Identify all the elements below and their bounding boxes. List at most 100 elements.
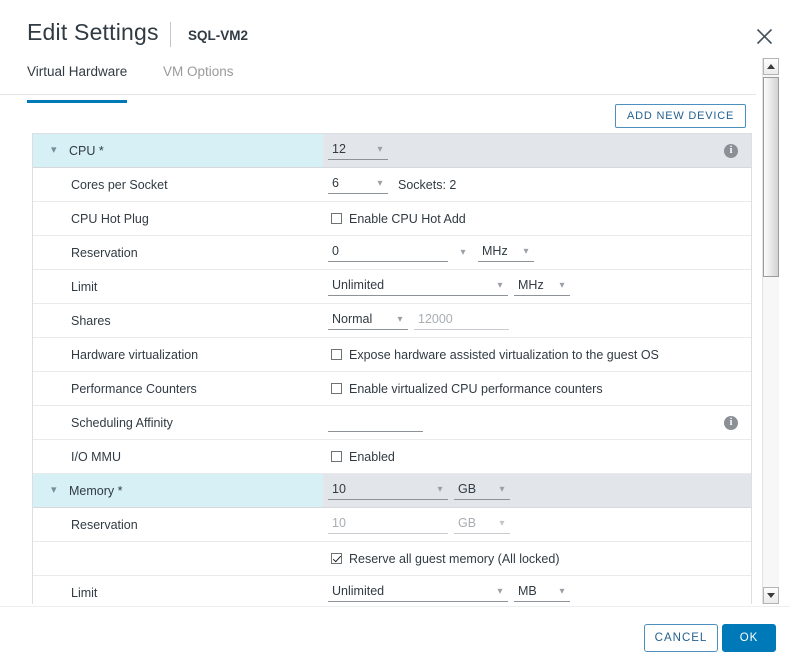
vertical-scrollbar[interactable] <box>762 58 779 604</box>
cpu-hot-plug-value-cell: Enable CPU Hot Add <box>323 202 751 235</box>
dialog-footer: CANCEL OK <box>0 606 790 669</box>
chevron-down-icon[interactable]: ▾ <box>51 485 63 496</box>
memory-reservation-unit: GB <box>454 515 480 533</box>
scheduling-affinity-input[interactable] <box>328 413 423 432</box>
chevron-down-icon[interactable]: ▾ <box>51 145 63 156</box>
memory-limit-unit-select[interactable]: MB ▾ <box>514 583 570 602</box>
add-new-device-button[interactable]: ADD NEW DEVICE <box>615 104 746 128</box>
close-icon[interactable] <box>748 20 780 52</box>
tab-virtual-hardware[interactable]: Virtual Hardware <box>27 64 127 103</box>
cpu-reservation-unit: MHz <box>478 243 512 261</box>
cpu-shares-select[interactable]: Normal ▾ <box>328 311 408 330</box>
io-mmu-label: I/O MMU <box>33 440 323 473</box>
tab-vm-options[interactable]: VM Options <box>163 64 234 100</box>
scrollbar-thumb[interactable] <box>763 77 779 277</box>
chevron-down-icon[interactable]: ▾ <box>372 175 388 193</box>
ok-button[interactable]: OK <box>722 624 776 652</box>
chevron-down-icon[interactable]: ▾ <box>492 583 508 601</box>
memory-limit-select[interactable]: Unlimited ▾ <box>328 583 508 602</box>
cpu-reservation-unit-select[interactable]: MHz ▾ <box>478 243 534 262</box>
cpu-section-value-cell: 12 ▾ i <box>323 134 751 167</box>
io-mmu-checkbox[interactable]: Enabled <box>331 450 395 464</box>
cores-per-socket-value: 6 <box>328 175 343 193</box>
hardware-virtualization-label: Hardware virtualization <box>33 338 323 371</box>
cpu-shares-number: 12000 <box>414 311 457 329</box>
scroll-up-button[interactable] <box>763 58 779 75</box>
settings-table: ▾ CPU * 12 ▾ i Cores per Socket 6 ▾ Sock… <box>32 133 752 604</box>
cpu-reservation-value: 0 <box>328 243 343 261</box>
cpu-limit-value: Unlimited <box>328 277 388 295</box>
cpu-shares-number-input[interactable]: 12000 <box>414 311 509 330</box>
chevron-down-icon[interactable]: ▾ <box>494 515 510 533</box>
cpu-hot-add-checkbox[interactable]: Enable CPU Hot Add <box>331 212 466 226</box>
reserve-all-guest-memory-value-cell: Reserve all guest memory (All locked) <box>323 542 751 575</box>
cpu-section-label-cell: ▾ CPU * <box>33 134 323 167</box>
checkbox-box <box>331 383 342 394</box>
memory-size-value: 10 <box>328 481 350 499</box>
reserve-all-guest-memory-checkbox-label: Reserve all guest memory (All locked) <box>349 552 560 566</box>
chevron-down-icon[interactable]: ▾ <box>554 583 570 601</box>
chevron-down-icon[interactable]: ▾ <box>554 277 570 295</box>
memory-limit-label: Limit <box>33 576 323 604</box>
checkbox-box <box>331 349 342 360</box>
cpu-limit-label: Limit <box>33 270 323 303</box>
dialog-header: Edit Settings SQL-VM2 <box>0 0 790 58</box>
info-icon[interactable]: i <box>724 416 738 430</box>
io-mmu-value-cell: Enabled <box>323 440 751 473</box>
io-mmu-checkbox-label: Enabled <box>349 450 395 464</box>
page-title: Edit Settings <box>27 19 159 46</box>
table-row-memory-section: ▾ Memory * 10 ▾ GB ▾ <box>33 474 751 508</box>
memory-reservation-value: 10 <box>328 515 350 533</box>
cpu-reservation-input[interactable]: 0 <box>328 243 448 262</box>
table-row-performance-counters: Performance Counters Enable virtualized … <box>33 372 751 406</box>
reserve-all-guest-memory-label <box>33 542 323 575</box>
table-row-reserve-all-guest-memory: Reserve all guest memory (All locked) <box>33 542 751 576</box>
cores-per-socket-label: Cores per Socket <box>33 168 323 201</box>
expose-hw-virtualization-checkbox[interactable]: Expose hardware assisted virtualization … <box>331 348 659 362</box>
hardware-virtualization-value-cell: Expose hardware assisted virtualization … <box>323 338 751 371</box>
title-divider <box>170 22 171 47</box>
memory-reservation-label: Reservation <box>33 508 323 541</box>
scheduling-affinity-value <box>328 430 336 431</box>
chevron-down-icon[interactable]: ▾ <box>372 141 388 159</box>
checkbox-box <box>331 553 342 564</box>
cpu-shares-label: Shares <box>33 304 323 337</box>
cpu-limit-unit-select[interactable]: MHz ▾ <box>514 277 570 296</box>
cpu-limit-unit: MHz <box>514 277 548 295</box>
cores-per-socket-value-cell: 6 ▾ Sockets: 2 <box>323 168 751 201</box>
memory-size-input[interactable]: 10 ▾ <box>328 481 448 500</box>
cpu-reservation-label: Reservation <box>33 236 323 269</box>
info-icon[interactable]: i <box>724 144 738 158</box>
chevron-down-icon[interactable]: ▾ <box>518 243 534 261</box>
chevron-down-icon[interactable]: ▾ <box>492 277 508 295</box>
chevron-down-icon[interactable]: ▾ <box>494 481 510 499</box>
memory-section-label: Memory * <box>69 484 122 498</box>
scroll-down-button[interactable] <box>763 587 779 604</box>
memory-reservation-unit-select[interactable]: GB ▾ <box>454 515 510 534</box>
cores-per-socket-select[interactable]: 6 ▾ <box>328 175 388 194</box>
performance-counters-checkbox[interactable]: Enable virtualized CPU performance count… <box>331 382 603 396</box>
sockets-text: Sockets: 2 <box>398 178 456 192</box>
memory-unit-select[interactable]: GB ▾ <box>454 481 510 500</box>
memory-reservation-input[interactable]: 10 <box>328 515 448 534</box>
cpu-section-label: CPU * <box>69 144 104 158</box>
cancel-button[interactable]: CANCEL <box>644 624 718 652</box>
table-row-cpu-reservation: Reservation 0 ▾ MHz ▾ <box>33 236 751 270</box>
table-row-cores-per-socket: Cores per Socket 6 ▾ Sockets: 2 <box>33 168 751 202</box>
table-row-scheduling-affinity: Scheduling Affinity i <box>33 406 751 440</box>
table-row-cpu-hot-plug: CPU Hot Plug Enable CPU Hot Add <box>33 202 751 236</box>
chevron-down-icon[interactable]: ▾ <box>392 311 408 329</box>
cpu-limit-value-cell: Unlimited ▾ MHz ▾ <box>323 270 751 303</box>
triangle-up-icon <box>767 64 775 69</box>
table-row-io-mmu: I/O MMU Enabled <box>33 440 751 474</box>
chevron-down-icon[interactable]: ▾ <box>454 247 472 258</box>
reserve-all-guest-memory-checkbox[interactable]: Reserve all guest memory (All locked) <box>331 552 560 566</box>
performance-counters-label: Performance Counters <box>33 372 323 405</box>
cpu-hot-plug-label: CPU Hot Plug <box>33 202 323 235</box>
memory-limit-value-cell: Unlimited ▾ MB ▾ <box>323 576 751 604</box>
memory-reservation-value-cell: 10 GB ▾ <box>323 508 751 541</box>
cpu-count-select[interactable]: 12 ▾ <box>328 141 388 160</box>
cpu-shares-value-cell: Normal ▾ 12000 <box>323 304 751 337</box>
cpu-limit-select[interactable]: Unlimited ▾ <box>328 277 508 296</box>
chevron-down-icon[interactable]: ▾ <box>432 481 448 499</box>
